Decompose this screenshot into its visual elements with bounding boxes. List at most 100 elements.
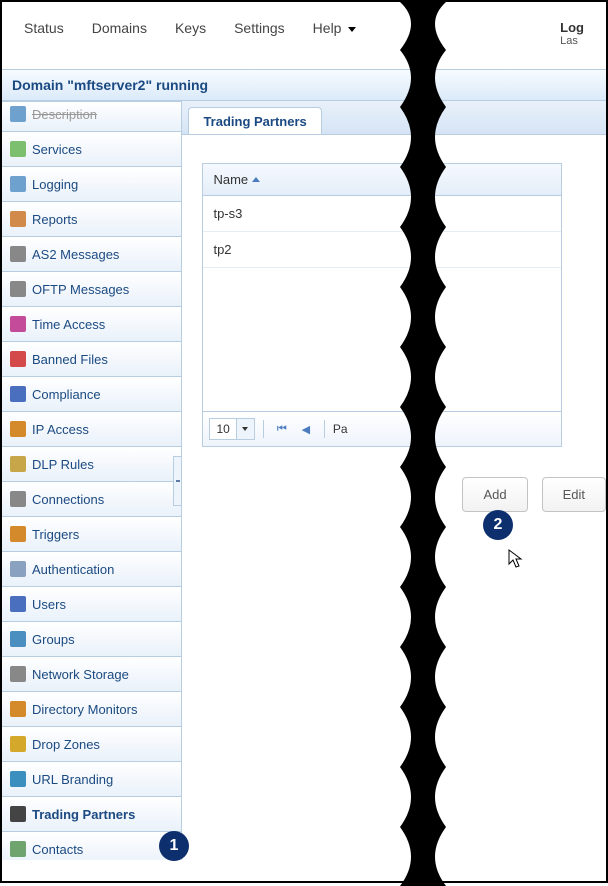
sidebar-item-label: URL Branding — [32, 772, 113, 787]
banned-icon — [10, 351, 26, 367]
tab-trading-partners[interactable]: Trading Partners — [188, 107, 321, 134]
nav-domains[interactable]: Domains — [92, 20, 147, 47]
description-icon — [10, 106, 26, 122]
sidebar-item-label: Network Storage — [32, 667, 129, 682]
users-icon — [10, 596, 26, 612]
pager: 10 ⏮ ◀ Pa — [203, 411, 561, 446]
sidebar-item-label: Banned Files — [32, 352, 108, 367]
top-bar: Status Domains Keys Settings Help Log La… — [2, 2, 606, 69]
sidebar-item-directory-monitors[interactable]: Directory Monitors — [2, 692, 181, 727]
sidebar-item-label: Authentication — [32, 562, 114, 577]
login-info: Log Las — [560, 20, 584, 47]
sidebar-item-label: Drop Zones — [32, 737, 100, 752]
pager-label: Pa — [333, 422, 348, 436]
sidebar-item-label: Contacts — [32, 842, 83, 857]
sidebar-item-label: IP Access — [32, 422, 89, 437]
action-buttons: Add Edit — [202, 477, 606, 512]
sidebar-item-users[interactable]: Users — [2, 587, 181, 622]
sidebar-item-reports[interactable]: Reports — [2, 202, 181, 237]
table-row[interactable]: tp-s3 — [203, 196, 561, 232]
sidebar-item-description[interactable]: Description — [2, 101, 181, 132]
connections-icon — [10, 491, 26, 507]
sidebar-item-trading-partners[interactable]: Trading Partners — [2, 797, 181, 832]
sidebar-item-banned-files[interactable]: Banned Files — [2, 342, 181, 377]
sidebar-item-time-access[interactable]: Time Access — [2, 307, 181, 342]
storage-icon — [10, 666, 26, 682]
sidebar-item-label: Description — [32, 107, 97, 122]
annotation-badge-2: 2 — [483, 510, 513, 540]
trading-icon — [10, 806, 26, 822]
tab-bar: Trading Partners — [182, 101, 606, 135]
edit-button[interactable]: Edit — [542, 477, 606, 512]
sidebar-item-authentication[interactable]: Authentication — [2, 552, 181, 587]
sidebar-item-contacts[interactable]: Contacts — [2, 832, 181, 860]
sidebar-item-ip-access[interactable]: IP Access — [2, 412, 181, 447]
nav-keys[interactable]: Keys — [175, 20, 206, 47]
dlp-icon — [10, 456, 26, 472]
table-row[interactable]: tp2 — [203, 232, 561, 268]
sidebar: Description Services Logging Reports AS2… — [2, 101, 182, 860]
sidebar-item-label: Compliance — [32, 387, 101, 402]
compliance-icon — [10, 386, 26, 402]
login-line2: Las — [560, 35, 584, 47]
services-icon — [10, 141, 26, 157]
sidebar-item-dlp[interactable]: DLP Rules — [2, 447, 181, 482]
triggers-icon — [10, 526, 26, 542]
sidebar-item-compliance[interactable]: Compliance — [2, 377, 181, 412]
grid-header-name[interactable]: Name — [203, 164, 561, 195]
annotation-badge-1: 1 — [159, 831, 189, 861]
monitor-icon — [10, 701, 26, 717]
time-icon — [10, 316, 26, 332]
sidebar-item-drop-zones[interactable]: Drop Zones — [2, 727, 181, 762]
auth-icon — [10, 561, 26, 577]
grid-header: Name — [203, 164, 561, 196]
sidebar-item-label: Reports — [32, 212, 78, 227]
contacts-icon — [10, 841, 26, 857]
sidebar-item-label: Connections — [32, 492, 104, 507]
sidebar-scroll[interactable]: Description Services Logging Reports AS2… — [2, 101, 181, 860]
trading-partners-grid: Name tp-s3 tp2 10 ⏮ ◀ — [202, 163, 562, 447]
cursor-icon — [508, 549, 524, 569]
page-size-select[interactable]: 10 — [209, 418, 254, 440]
nav-settings[interactable]: Settings — [234, 20, 285, 47]
sidebar-collapser[interactable] — [173, 456, 182, 506]
pager-first-button[interactable]: ⏮ — [272, 419, 292, 439]
sidebar-item-label: Groups — [32, 632, 75, 647]
grid-body: tp-s3 tp2 — [203, 196, 561, 411]
add-button[interactable]: Add — [462, 477, 527, 512]
domain-status-bar: Domain "mftserver2" running — [2, 69, 606, 101]
sidebar-item-label: DLP Rules — [32, 457, 94, 472]
sidebar-item-label: Services — [32, 142, 82, 157]
chevron-down-icon — [236, 419, 254, 439]
sidebar-item-groups[interactable]: Groups — [2, 622, 181, 657]
sidebar-item-label: Users — [32, 597, 66, 612]
chevron-down-icon — [348, 27, 356, 32]
sidebar-item-label: Directory Monitors — [32, 702, 137, 717]
panel-body: Name tp-s3 tp2 10 ⏮ ◀ — [182, 135, 606, 512]
sidebar-item-label: AS2 Messages — [32, 247, 119, 262]
sidebar-item-services[interactable]: Services — [2, 132, 181, 167]
logging-icon — [10, 176, 26, 192]
sidebar-item-logging[interactable]: Logging — [2, 167, 181, 202]
top-nav: Status Domains Keys Settings Help — [24, 20, 356, 47]
ip-icon — [10, 421, 26, 437]
sort-asc-icon — [252, 177, 260, 182]
sidebar-item-label: Time Access — [32, 317, 105, 332]
nav-status[interactable]: Status — [24, 20, 64, 47]
sidebar-item-as2[interactable]: AS2 Messages — [2, 237, 181, 272]
sidebar-item-oftp[interactable]: OFTP Messages — [2, 272, 181, 307]
sidebar-item-triggers[interactable]: Triggers — [2, 517, 181, 552]
nav-help[interactable]: Help — [313, 20, 357, 47]
reports-icon — [10, 211, 26, 227]
pager-prev-button[interactable]: ◀ — [296, 419, 316, 439]
oftp-icon — [10, 281, 26, 297]
as2-icon — [10, 246, 26, 262]
dropzone-icon — [10, 736, 26, 752]
groups-icon — [10, 631, 26, 647]
sidebar-item-label: Trading Partners — [32, 807, 135, 822]
sidebar-item-network-storage[interactable]: Network Storage — [2, 657, 181, 692]
content-panel: Trading Partners Name tp-s3 tp2 10 — [182, 101, 606, 860]
sidebar-item-connections[interactable]: Connections — [2, 482, 181, 517]
sidebar-item-url-branding[interactable]: URL Branding — [2, 762, 181, 797]
sidebar-item-label: OFTP Messages — [32, 282, 129, 297]
